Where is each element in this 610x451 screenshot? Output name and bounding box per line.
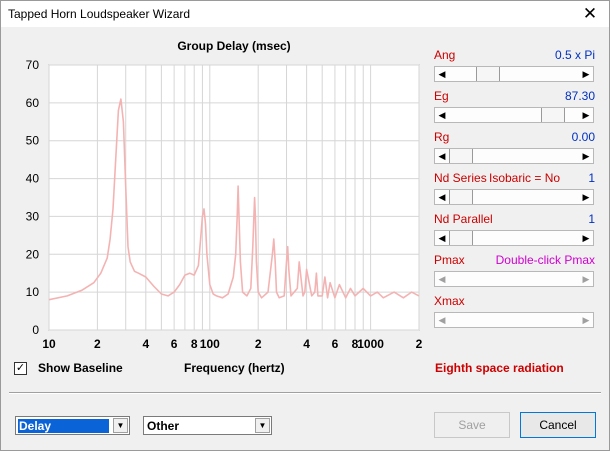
ang-value: 0.5 x Pi bbox=[554, 48, 595, 62]
scroll-left-icon[interactable]: ◀ bbox=[435, 231, 449, 245]
y-tick-label: 30 bbox=[26, 209, 40, 223]
other-combo[interactable]: Other ▼ bbox=[143, 416, 272, 435]
x-tick-label: 6 bbox=[171, 337, 178, 351]
scroll-left-icon: ◀ bbox=[438, 315, 446, 325]
y-tick-label: 70 bbox=[26, 58, 40, 72]
x-tick-label: 2 bbox=[416, 337, 423, 351]
scroll-right-icon[interactable]: ▶ bbox=[579, 67, 593, 81]
graph-type-combo[interactable]: Delay ▼ bbox=[15, 416, 130, 435]
show-baseline-label[interactable]: Show Baseline bbox=[38, 361, 123, 375]
cancel-button[interactable]: Cancel bbox=[520, 412, 596, 438]
scroll-right-icon: ▶ bbox=[582, 315, 590, 325]
eg-label: Eg bbox=[434, 89, 449, 103]
scroll-right-icon[interactable]: ▶ bbox=[579, 108, 593, 122]
rg-scrollbar[interactable]: ◀ ▶ bbox=[434, 148, 594, 164]
chevron-down-icon[interactable]: ▼ bbox=[255, 418, 270, 433]
scroll-left-icon[interactable]: ◀ bbox=[435, 149, 449, 163]
scroll-thumb[interactable] bbox=[540, 108, 565, 122]
scroll-thumb[interactable] bbox=[449, 149, 473, 163]
y-tick-label: 10 bbox=[26, 285, 40, 299]
nd-parallel-value: 1 bbox=[588, 212, 595, 226]
nd-series-value: 1 bbox=[588, 171, 595, 185]
window-title: Tapped Horn Loudspeaker Wizard bbox=[8, 7, 191, 21]
group-delay-chart: Group Delay (msec) 70 60 50 40 30 20 10 0 10 2 4 6 8… bbox=[1, 31, 431, 351]
ang-label: Ang bbox=[434, 48, 456, 62]
separator bbox=[9, 392, 601, 394]
x-axis-label: Frequency (hertz) bbox=[184, 361, 285, 375]
y-tick-label: 40 bbox=[26, 172, 40, 186]
scroll-right-icon: ▶ bbox=[582, 274, 590, 284]
show-baseline-checkbox[interactable]: ✓ bbox=[14, 362, 27, 375]
scroll-right-icon[interactable]: ▶ bbox=[579, 149, 593, 163]
scroll-thumb[interactable] bbox=[476, 67, 500, 81]
x-tick-label: 100 bbox=[200, 337, 220, 351]
xmax-label: Xmax bbox=[434, 294, 465, 308]
nd-series-scrollbar[interactable]: ◀ ▶ bbox=[434, 189, 594, 205]
chart-svg: 70605040302010010 2 4 6 8 100 2 4 6 81000 2 bbox=[26, 58, 423, 351]
eg-value: 87.30 bbox=[564, 89, 595, 103]
title-bar: Tapped Horn Loudspeaker Wizard ✕ bbox=[1, 1, 609, 27]
xmax-scrollbar: ◀ ▶ bbox=[434, 312, 594, 328]
rg-label: Rg bbox=[434, 130, 450, 144]
scroll-left-icon: ◀ bbox=[438, 274, 446, 284]
x-tick-label: 6 bbox=[332, 337, 339, 351]
x-tick-label: 2 bbox=[94, 337, 101, 351]
x-tick-label: 4 bbox=[303, 337, 310, 351]
wizard-window: Tapped Horn Loudspeaker Wizard ✕ Group D… bbox=[0, 0, 610, 451]
nd-parallel-label: Nd Parallel bbox=[434, 212, 493, 226]
pmax-scrollbar: ◀ ▶ bbox=[434, 271, 594, 287]
other-value: Other bbox=[147, 419, 180, 433]
eg-scrollbar[interactable]: ◀ ▶ bbox=[434, 107, 594, 123]
close-icon[interactable]: ✕ bbox=[579, 4, 601, 24]
radiation-label: Eighth space radiation bbox=[435, 361, 564, 375]
rg-value: 0.00 bbox=[571, 130, 595, 144]
nd-series-label: Nd Series bbox=[434, 171, 487, 185]
chevron-down-icon[interactable]: ▼ bbox=[113, 418, 128, 433]
y-tick-label: 60 bbox=[26, 96, 40, 110]
scroll-right-icon[interactable]: ▶ bbox=[579, 190, 593, 204]
graph-type-value: Delay bbox=[18, 419, 109, 433]
scroll-right-icon[interactable]: ▶ bbox=[579, 231, 593, 245]
pmax-hint[interactable]: Double-click Pmax bbox=[496, 253, 595, 267]
x-tick-label: 10 bbox=[42, 337, 56, 351]
y-tick-label: 50 bbox=[26, 134, 40, 148]
x-tick-label: 2 bbox=[255, 337, 262, 351]
scroll-left-icon[interactable]: ◀ bbox=[435, 67, 449, 81]
x-tick-label: 8 bbox=[191, 337, 198, 351]
y-tick-label: 20 bbox=[26, 247, 40, 261]
scroll-left-icon[interactable]: ◀ bbox=[435, 108, 449, 122]
scroll-left-icon[interactable]: ◀ bbox=[435, 190, 449, 204]
nd-parallel-scrollbar[interactable]: ◀ ▶ bbox=[434, 230, 594, 246]
y-tick-label: 0 bbox=[32, 323, 39, 337]
save-button[interactable]: Save bbox=[434, 412, 510, 438]
ang-scrollbar[interactable]: ◀ ▶ bbox=[434, 66, 594, 82]
x-tick-label: 1000 bbox=[357, 337, 384, 351]
x-tick-label: 4 bbox=[142, 337, 149, 351]
scroll-thumb[interactable] bbox=[449, 231, 473, 245]
pmax-label: Pmax bbox=[434, 253, 465, 267]
isobaric-label: Isobaric = No bbox=[489, 171, 561, 185]
scroll-thumb[interactable] bbox=[449, 190, 473, 204]
